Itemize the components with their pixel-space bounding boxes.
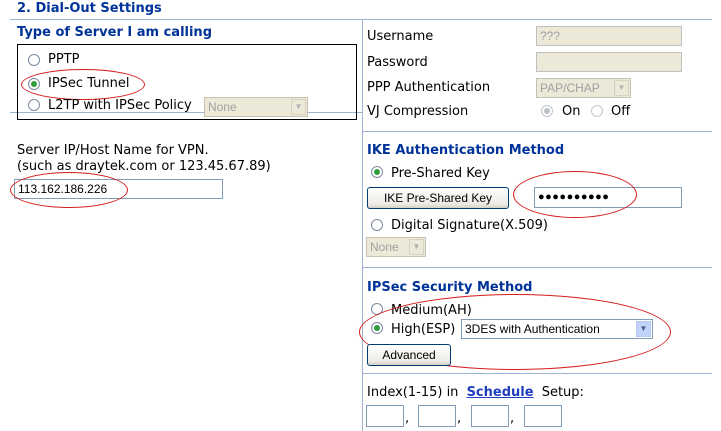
radio-digital-signature[interactable] xyxy=(371,219,383,231)
annotation-ellipse xyxy=(10,172,128,208)
schedule-row: Index(1-15) in Schedule Setup: xyxy=(367,385,584,400)
l2tp-label: L2TP with IPSec Policy xyxy=(48,98,192,113)
annotation-ellipse xyxy=(21,69,145,100)
ipsec-heading: IPSec Security Method xyxy=(367,280,533,295)
schedule-index-2[interactable] xyxy=(418,405,456,427)
pptp-label: PPTP xyxy=(48,52,80,67)
password-label: Password xyxy=(367,55,428,70)
annotation-ellipse xyxy=(513,171,637,218)
ppp-auth-value: PAP/CHAP xyxy=(540,81,600,95)
radio-pre-shared-key[interactable] xyxy=(371,166,383,178)
username-label: Username xyxy=(367,29,434,44)
vj-off-label: Off xyxy=(611,104,631,119)
ppp-auth-label: PPP Authentication xyxy=(367,80,491,95)
chevron-down-icon: ▼ xyxy=(614,80,629,96)
schedule-sep: , xyxy=(510,411,515,426)
right-divider-3 xyxy=(363,373,712,374)
vj-on-label: On xyxy=(562,104,581,119)
right-divider-1 xyxy=(363,131,712,132)
header-divider xyxy=(10,19,712,20)
pre-shared-key-label: Pre-Shared Key xyxy=(391,166,490,181)
schedule-link[interactable]: Schedule xyxy=(467,385,534,400)
digital-signature-select[interactable]: None ▼ xyxy=(366,237,426,257)
l2tp-policy-value: None xyxy=(208,100,237,114)
schedule-prefix: Index(1-15) in xyxy=(367,385,459,400)
page-title: 2. Dial-Out Settings xyxy=(17,1,162,16)
digital-signature-value: None xyxy=(370,240,399,254)
schedule-index-4[interactable] xyxy=(524,405,562,427)
schedule-index-1[interactable] xyxy=(366,405,404,427)
radio-l2tp[interactable] xyxy=(28,99,40,111)
server-host-label: Server IP/Host Name for VPN. xyxy=(17,143,209,158)
l2tp-policy-select[interactable]: None ▼ xyxy=(204,97,308,117)
column-divider xyxy=(362,20,363,431)
schedule-sep: , xyxy=(405,411,410,426)
schedule-suffix: Setup: xyxy=(541,385,584,400)
schedule-index-3[interactable] xyxy=(471,405,509,427)
radio-pptp[interactable] xyxy=(28,54,40,66)
digital-signature-label: Digital Signature(X.509) xyxy=(391,218,549,233)
ike-heading: IKE Authentication Method xyxy=(367,143,565,158)
chevron-down-icon: ▼ xyxy=(409,239,424,255)
advanced-button[interactable]: Advanced xyxy=(367,344,451,366)
server-type-heading: Type of Server I am calling xyxy=(17,25,212,40)
chevron-down-icon: ▼ xyxy=(291,99,306,115)
radio-vj-on[interactable] xyxy=(541,105,553,117)
ike-pre-shared-key-button[interactable]: IKE Pre-Shared Key xyxy=(367,187,509,209)
vj-label: VJ Compression xyxy=(367,104,469,119)
ppp-auth-select[interactable]: PAP/CHAP ▼ xyxy=(536,78,631,98)
password-input[interactable] xyxy=(536,52,682,72)
username-input[interactable]: ??? xyxy=(536,26,682,46)
radio-vj-off[interactable] xyxy=(591,105,603,117)
schedule-sep: , xyxy=(457,411,462,426)
right-divider-2 xyxy=(363,267,712,268)
